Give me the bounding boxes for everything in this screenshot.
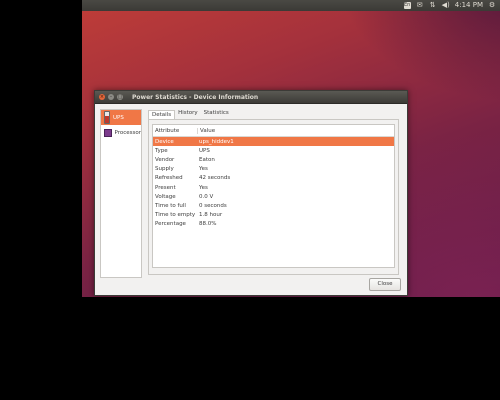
value-cell: 1.8 hour <box>199 212 223 219</box>
table-row[interactable]: Type UPS <box>153 146 394 155</box>
tab-statistics[interactable]: Statistics <box>201 109 232 118</box>
attribute-cell: Device <box>155 138 174 145</box>
table-row[interactable]: Time to empty 1.8 hour <box>153 211 394 220</box>
table-row[interactable]: Refreshed 42 seconds <box>153 174 394 183</box>
value-cell: 0 seconds <box>199 202 227 209</box>
table-row[interactable]: Supply Yes <box>153 165 394 174</box>
table-body: Device ups_hiddev1 Type UPS Vendor Eaton Su… <box>153 137 394 229</box>
table-row[interactable]: Percentage 88.0% <box>153 220 394 229</box>
value-cell: Eaton <box>199 156 215 163</box>
column-header-attribute[interactable]: Attribute <box>153 127 198 134</box>
power-statistics-window: × – □ Power Statistics - Device Informat… <box>94 90 408 296</box>
table-row[interactable]: Voltage 0.0 V <box>153 192 394 201</box>
minimize-window-icon[interactable]: – <box>108 94 114 100</box>
value-cell: UPS <box>199 147 210 154</box>
value-cell: 42 seconds <box>199 175 231 182</box>
attribute-cell: Supply <box>155 166 174 173</box>
value-cell: Yes <box>199 184 208 191</box>
mail-icon[interactable]: ✉ <box>416 1 424 10</box>
value-cell: 88.0% <box>199 221 217 228</box>
window-titlebar[interactable]: × – □ Power Statistics - Device Informat… <box>95 91 407 104</box>
attribute-cell: Voltage <box>155 193 176 200</box>
table-row[interactable]: Vendor Eaton <box>153 155 394 164</box>
close-window-icon[interactable]: × <box>99 94 105 100</box>
attribute-cell: Time to empty <box>155 212 196 219</box>
table-row[interactable]: Time to full 0 seconds <box>153 201 394 210</box>
table-row[interactable]: Present Yes <box>153 183 394 192</box>
value-cell: ups_hiddev1 <box>199 138 234 145</box>
details-table: Attribute Value Device ups_hiddev1 Type UP… <box>152 124 395 268</box>
value-cell: 0.0 V <box>199 193 214 200</box>
device-item-processor[interactable]: Processor <box>101 125 141 140</box>
table-row[interactable]: Device ups_hiddev1 <box>153 137 394 147</box>
top-panel: En ✉ ⇅ ◀) 4:14 PM ⚙ <box>82 0 500 11</box>
battery-icon <box>104 111 110 124</box>
attribute-cell: Type <box>155 147 168 154</box>
device-item-ups[interactable]: UPS <box>101 110 141 125</box>
attribute-cell: Refreshed <box>155 175 183 182</box>
tab-bar: Details History Statistics <box>148 109 232 119</box>
network-icon[interactable]: ⇅ <box>429 1 437 10</box>
processor-icon <box>104 128 112 137</box>
attribute-cell: Present <box>155 184 176 191</box>
attribute-cell: Percentage <box>155 221 186 228</box>
device-item-label: Processor <box>114 129 142 136</box>
volume-icon[interactable]: ◀) <box>442 1 450 10</box>
maximize-window-icon[interactable]: □ <box>117 94 123 100</box>
keyboard-layout-indicator[interactable]: En <box>403 2 411 9</box>
close-button[interactable]: Close <box>369 278 401 291</box>
gear-icon[interactable]: ⚙ <box>488 1 496 10</box>
value-cell: Yes <box>199 166 208 173</box>
attribute-cell: Time to full <box>155 202 186 209</box>
table-header: Attribute Value <box>153 125 394 137</box>
clock[interactable]: 4:14 PM <box>455 1 483 10</box>
details-panel: Attribute Value Device ups_hiddev1 Type UP… <box>148 119 399 275</box>
tab-details[interactable]: Details <box>148 110 176 119</box>
device-item-label: UPS <box>113 114 124 121</box>
device-list: UPS Processor <box>100 109 142 278</box>
window-title: Power Statistics - Device Information <box>132 93 259 101</box>
tab-history[interactable]: History <box>175 109 201 118</box>
column-header-value[interactable]: Value <box>198 128 215 134</box>
attribute-cell: Vendor <box>155 156 175 163</box>
